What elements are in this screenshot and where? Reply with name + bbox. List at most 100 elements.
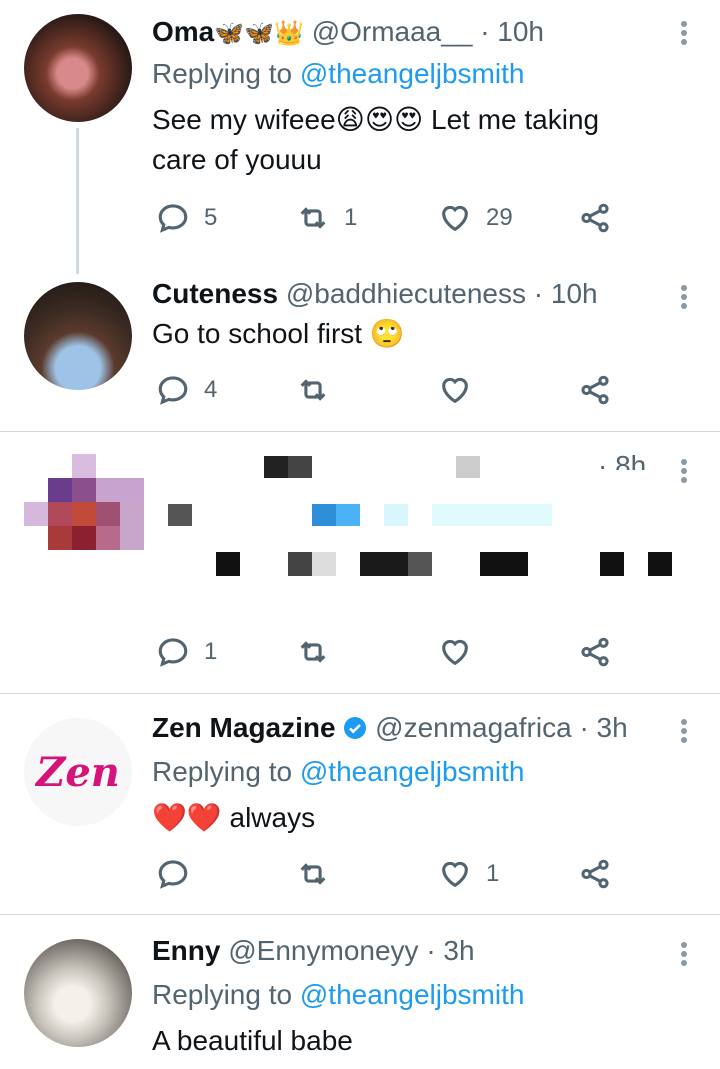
replying-prefix: Replying to xyxy=(152,58,293,89)
share-button[interactable] xyxy=(578,370,612,410)
share-icon xyxy=(581,859,609,889)
timestamp[interactable]: · 3h xyxy=(579,712,627,743)
name-emojis: 🦋🦋👑 xyxy=(214,20,304,47)
replying-handle-link[interactable]: @theangeljbsmith xyxy=(300,756,525,787)
eye-roll-emoji: 🙄 xyxy=(369,318,405,349)
avatar[interactable] xyxy=(24,282,132,390)
replying-handle-link[interactable]: @theangeljbsmith xyxy=(300,979,525,1010)
heart-icon xyxy=(442,861,468,888)
share-button[interactable] xyxy=(578,632,612,672)
reply-icon xyxy=(158,860,188,889)
handle[interactable]: @baddhiecuteness xyxy=(286,278,526,309)
tweet-text-content: always xyxy=(229,802,316,833)
avatar[interactable] xyxy=(24,939,132,1047)
action-bar: 5 1 29 xyxy=(152,198,632,238)
replying-handle-link[interactable]: @theangeljbsmith xyxy=(300,58,525,89)
retweet-button[interactable] xyxy=(296,632,330,672)
replying-to: Replying to @theangeljbsmith xyxy=(152,756,524,788)
more-options-icon[interactable] xyxy=(680,716,688,746)
share-icon xyxy=(581,375,609,405)
tweet-header: Oma🦋🦋👑 @Ormaaa__ · 10h xyxy=(152,16,660,48)
reply-icon xyxy=(158,638,188,667)
like-button[interactable]: 1 xyxy=(438,854,499,894)
tweet-oma[interactable]: Oma🦋🦋👑 @Ormaaa__ · 10h Replying to @thea… xyxy=(0,0,720,274)
heart-icon xyxy=(442,205,468,232)
like-count: 1 xyxy=(486,860,500,887)
retweet-icon xyxy=(300,379,326,401)
reply-button[interactable]: 5 xyxy=(156,198,217,238)
reply-count: 5 xyxy=(204,204,218,231)
display-name[interactable]: Zen Magazine xyxy=(152,712,336,743)
replying-to: Replying to @theangeljbsmith xyxy=(152,58,524,90)
tweet-text-line2: care of youuu xyxy=(152,144,322,175)
replying-prefix: Replying to xyxy=(152,756,293,787)
tweet-text: ❤️❤️ always xyxy=(152,798,660,838)
timestamp[interactable]: · 10h xyxy=(534,278,598,309)
tweet-text-content: Go to school first xyxy=(152,318,363,349)
reply-count: 1 xyxy=(204,638,218,665)
redacted-avatar xyxy=(24,454,144,554)
like-button[interactable]: 29 xyxy=(438,198,513,238)
action-bar: 1 xyxy=(152,632,632,672)
avatar[interactable] xyxy=(24,14,132,122)
more-options-icon[interactable] xyxy=(680,18,688,48)
share-icon xyxy=(581,637,609,667)
tweet-redacted[interactable]: · 8h 1 xyxy=(0,432,720,694)
share-button[interactable] xyxy=(578,854,612,894)
avatar[interactable]: Zen xyxy=(24,718,132,826)
tweet-header: Zen Magazine @zenmagafrica · 3h xyxy=(152,712,660,744)
replying-to: Replying to @theangeljbsmith xyxy=(152,979,524,1011)
display-name[interactable]: Cuteness xyxy=(152,278,278,309)
retweet-icon xyxy=(300,641,326,663)
reply-button[interactable]: 1 xyxy=(156,632,217,672)
retweet-count: 1 xyxy=(344,204,358,231)
retweet-icon xyxy=(300,863,326,885)
action-bar: 1 xyxy=(152,854,632,894)
like-button[interactable] xyxy=(438,370,472,410)
zen-logo: Zen xyxy=(36,748,120,796)
retweet-icon xyxy=(300,207,326,229)
timestamp[interactable]: · 8h xyxy=(598,452,646,470)
handle[interactable]: @Ormaaa__ xyxy=(312,16,473,47)
retweet-button[interactable] xyxy=(296,370,330,410)
handle[interactable]: @Ennymoneyy xyxy=(228,935,418,966)
replying-prefix: Replying to xyxy=(152,979,293,1010)
text-emojis: 😩😍😍 xyxy=(335,104,424,135)
retweet-button[interactable] xyxy=(296,854,330,894)
reply-icon xyxy=(158,204,188,233)
tweet-cuteness[interactable]: Cuteness @baddhiecuteness · 10h Go to sc… xyxy=(0,270,720,430)
heart-icon xyxy=(442,639,468,666)
tweet-enny[interactable]: Enny @Ennymoneyy · 3h Replying to @thean… xyxy=(0,915,720,1069)
reply-icon xyxy=(158,376,188,405)
timestamp[interactable]: · 10h xyxy=(480,16,544,47)
action-bar: 4 xyxy=(152,370,632,410)
tweet-header: Enny @Ennymoneyy · 3h xyxy=(152,935,660,967)
like-button[interactable] xyxy=(438,632,472,672)
retweet-button[interactable]: 1 xyxy=(296,198,357,238)
like-count: 29 xyxy=(486,204,513,231)
thread-line xyxy=(76,128,79,274)
more-options-icon[interactable] xyxy=(680,456,688,486)
verified-badge-icon xyxy=(344,717,367,739)
reply-count: 4 xyxy=(204,376,218,403)
handle[interactable]: @zenmagafrica xyxy=(375,712,572,743)
tweet-text: See my wifeee😩😍😍 Let me taking care of y… xyxy=(152,100,660,180)
timestamp[interactable]: · 3h xyxy=(426,935,474,966)
reply-button[interactable] xyxy=(156,854,190,894)
reply-button[interactable]: 4 xyxy=(156,370,217,410)
display-name[interactable]: Enny xyxy=(152,935,220,966)
more-options-icon[interactable] xyxy=(680,282,688,312)
hearts-emoji: ❤️❤️ xyxy=(152,802,222,833)
tweet-zen-magazine[interactable]: Zen Zen Magazine @zenmagafrica · 3h Repl… xyxy=(0,694,720,914)
tweet-text-after: Let me taking xyxy=(423,104,600,135)
tweet-text: A beautiful babe xyxy=(152,1021,660,1061)
share-button[interactable] xyxy=(578,198,612,238)
tweet-text-line1: See my wifeee xyxy=(152,104,336,135)
heart-icon xyxy=(442,377,468,404)
tweet-text-content: A beautiful babe xyxy=(152,1025,353,1056)
share-icon xyxy=(581,203,609,233)
more-options-icon[interactable] xyxy=(680,939,688,969)
display-name[interactable]: Oma xyxy=(152,16,214,47)
tweet-header: Cuteness @baddhiecuteness · 10h xyxy=(152,278,660,310)
tweet-text: Go to school first 🙄 xyxy=(152,314,660,354)
